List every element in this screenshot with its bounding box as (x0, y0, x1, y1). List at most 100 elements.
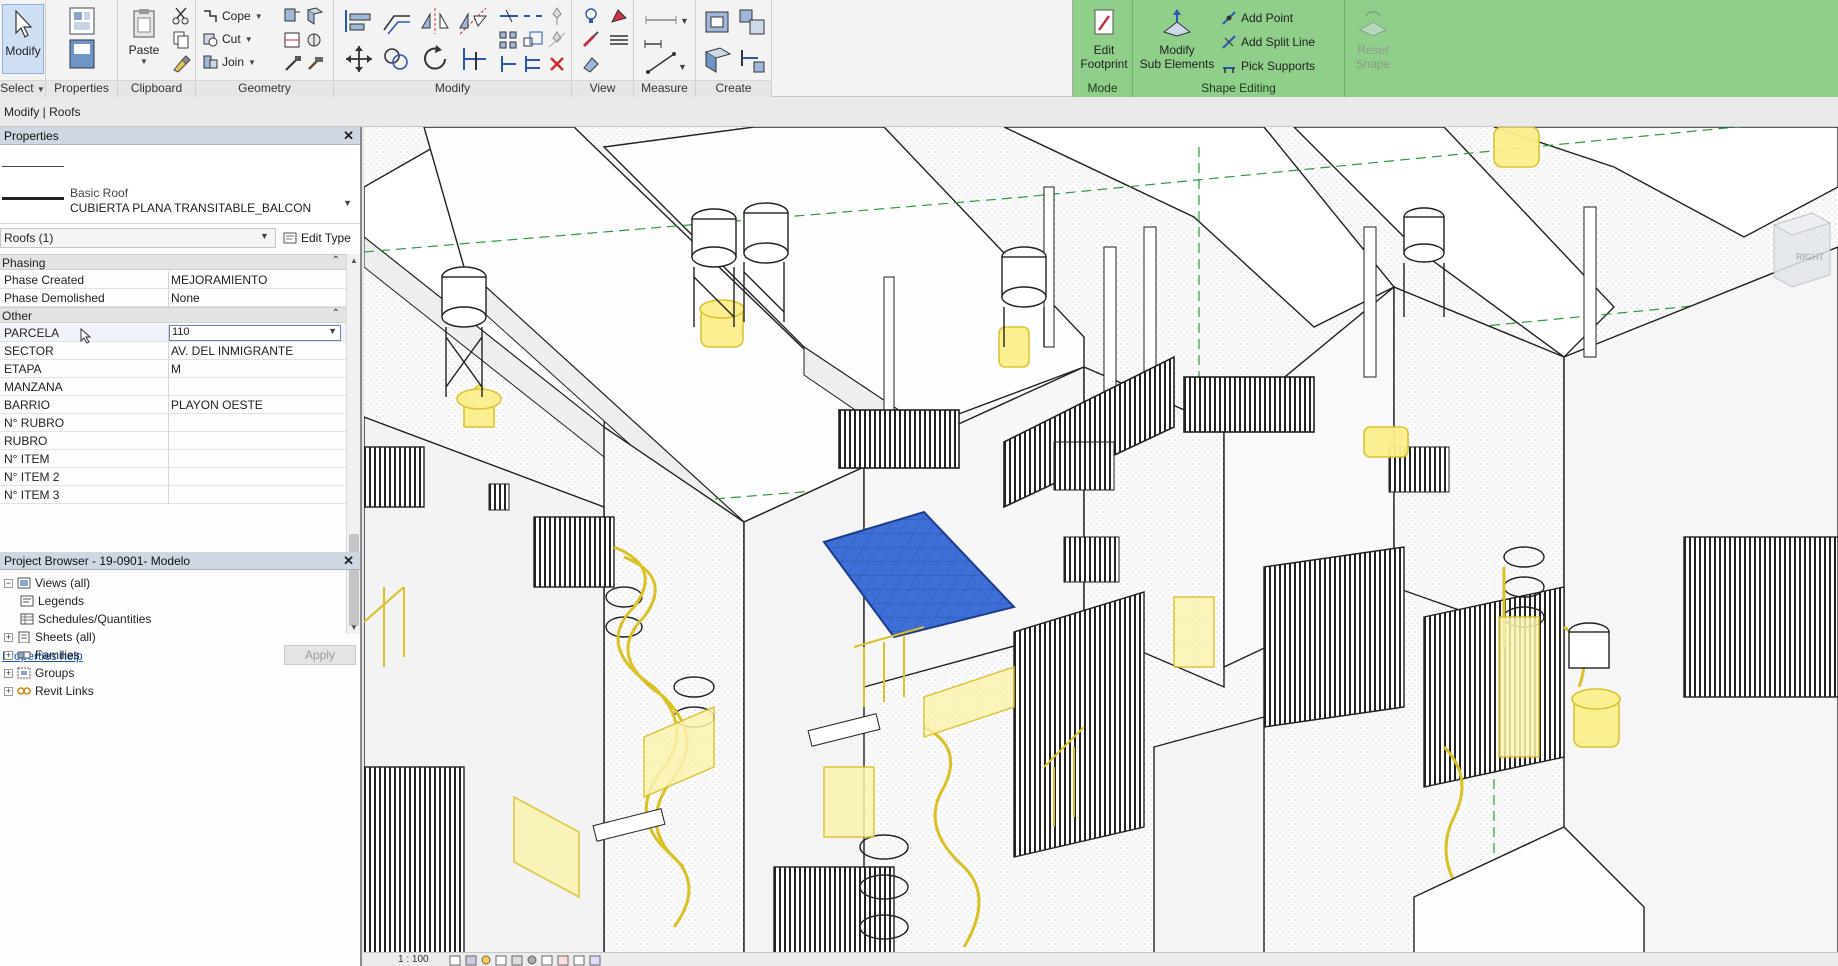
trim-extend-icon[interactable] (456, 44, 490, 74)
prop-row[interactable]: N° ITEM 3 (0, 486, 346, 504)
add-split-line-button[interactable]: Add Split Line (1221, 31, 1315, 53)
modify-sub-elements-button[interactable]: Modify Sub Elements (1137, 4, 1217, 74)
prop-row[interactable]: ETAPA M (0, 360, 346, 378)
prop-row[interactable]: RUBRO (0, 432, 346, 450)
tree-item-legends[interactable]: Legends (20, 592, 84, 610)
tree-item-sheets[interactable]: + Sheets (all) (4, 628, 96, 646)
expand-icon[interactable]: + (4, 668, 13, 678)
add-point-button[interactable]: Add Point (1221, 7, 1293, 29)
split-element-icon[interactable] (498, 6, 520, 26)
tree-item-schedules[interactable]: Schedules/Quantities (20, 610, 151, 628)
scale-icon[interactable] (522, 30, 544, 50)
dimension-icon[interactable]: ▼ (644, 50, 688, 76)
view-control-icons[interactable] (448, 955, 628, 966)
expand-icon[interactable]: − (4, 578, 13, 588)
chevron-down-icon[interactable]: ▼ (343, 198, 352, 208)
scroll-up-icon[interactable]: ▲ (350, 256, 358, 265)
trim-multiple-icon[interactable] (522, 54, 544, 74)
trim-single-icon[interactable] (498, 54, 520, 74)
cut-button[interactable]: Cut ▼ (202, 28, 253, 50)
section-other[interactable]: Other ⌃ (0, 307, 346, 323)
parcela-field[interactable]: 110 ▼ (169, 325, 341, 341)
delete-icon[interactable] (546, 54, 568, 74)
eraser-icon[interactable] (580, 54, 602, 74)
align-icon[interactable] (342, 6, 376, 36)
prop-row[interactable]: N° ITEM (0, 450, 346, 468)
scroll-down-icon[interactable]: ▼ (350, 623, 358, 632)
properties-palette-icon[interactable] (64, 6, 100, 72)
close-icon[interactable]: ✕ (343, 553, 354, 569)
close-icon[interactable]: ✕ (343, 128, 354, 144)
create-assembly-icon[interactable] (702, 6, 734, 38)
hammer-icon[interactable] (304, 54, 326, 74)
expand-icon[interactable]: + (4, 650, 13, 660)
prop-row[interactable]: Phase Demolished None (0, 289, 346, 307)
scale-label[interactable]: 1 : 100 (398, 954, 429, 965)
prop-row-parcela[interactable]: PARCELA 110 ▼ (0, 324, 346, 344)
prop-row[interactable]: N° ITEM 2 (0, 468, 346, 486)
create-similar-icon[interactable] (736, 44, 768, 76)
paste-button[interactable]: Paste ▼ (124, 4, 164, 74)
building-model[interactable] (364, 127, 1838, 966)
lightbulb-icon[interactable] (580, 6, 602, 26)
select-group-label[interactable]: Select ▼ (0, 81, 45, 95)
join-button[interactable]: Join ▼ (202, 51, 256, 73)
create-parts-icon[interactable] (736, 6, 768, 38)
tree-item-families[interactable]: + Families (4, 646, 80, 664)
tree-item-groups[interactable]: + Groups (4, 664, 74, 682)
rotate-icon[interactable] (418, 44, 452, 74)
reset-shape-button[interactable]: Reset Shape (1351, 4, 1395, 74)
linework-icon[interactable] (608, 30, 630, 50)
split-face-icon[interactable] (282, 30, 304, 50)
tree-item-views[interactable]: − Views (all) (4, 574, 90, 592)
edit-type-button[interactable]: Edit Type (282, 228, 358, 248)
scissors-icon[interactable] (170, 6, 192, 26)
collapse-icon[interactable]: ⌃ (332, 308, 340, 319)
match-properties-icon[interactable] (170, 54, 192, 74)
chevron-down-icon[interactable]: ▼ (260, 231, 269, 241)
chevron-down-icon[interactable]: ▼ (328, 326, 337, 336)
tree-item-revit-links[interactable]: + Revit Links (4, 682, 94, 700)
unpin-icon[interactable] (546, 30, 568, 50)
copy-icon[interactable] (170, 30, 192, 50)
properties-title-bar[interactable]: Properties ✕ (0, 127, 360, 145)
collapse-icon[interactable]: ⌃ (332, 255, 340, 266)
mirror-draw-icon[interactable] (456, 6, 490, 36)
array-icon[interactable] (498, 30, 520, 50)
pick-supports-button[interactable]: Pick Supports (1221, 55, 1315, 77)
prop-row[interactable]: MANZANA (0, 378, 346, 396)
3d-viewport[interactable] (364, 127, 1838, 966)
offset-icon[interactable] (380, 6, 414, 36)
create-group-icon[interactable] (702, 44, 734, 76)
pin-icon[interactable] (546, 6, 568, 26)
view-cube[interactable]: RIGHT (1752, 205, 1832, 325)
project-browser-title-bar[interactable]: Project Browser - 19-0901- Modelo ✕ (0, 552, 360, 570)
mirror-axis-icon[interactable] (418, 6, 452, 36)
properties-scrollbar[interactable]: ▲ ▼ (346, 254, 360, 634)
prop-row[interactable]: SECTOR AV. DEL INMIGRANTE (0, 342, 346, 360)
expand-icon[interactable]: + (4, 632, 13, 642)
cut-section-icon[interactable] (282, 6, 304, 26)
edit-footprint-button[interactable]: Edit Footprint (1077, 4, 1131, 74)
apply-button[interactable]: Apply (284, 645, 356, 665)
section-phasing[interactable]: Phasing ⌃ (0, 254, 346, 270)
prop-row[interactable]: BARRIO PLAYON OESTE (0, 396, 346, 414)
override-graphics-icon[interactable] (608, 6, 630, 26)
prop-row[interactable]: N° RUBRO (0, 414, 346, 432)
split-gap-icon[interactable] (522, 6, 544, 26)
scrollbar-thumb[interactable] (349, 534, 359, 626)
type-selector[interactable]: Basic Roof CUBIERTA PLANA TRANSITABLE_BA… (0, 146, 360, 224)
modify-button[interactable]: Modify (2, 4, 44, 74)
prop-row[interactable]: Phase Created MEJORAMIENTO (0, 271, 346, 289)
paint-icon[interactable] (304, 30, 326, 50)
measure-between-icon[interactable]: ▼ (642, 10, 688, 30)
wall-joins-icon[interactable] (304, 6, 326, 26)
demolish-icon[interactable] (282, 54, 304, 74)
expand-icon[interactable]: + (4, 686, 13, 696)
move-icon[interactable] (342, 44, 376, 74)
brush-icon[interactable] (580, 30, 602, 50)
instance-selector[interactable]: Roofs (1) (0, 228, 276, 248)
copy-element-icon[interactable] (380, 44, 414, 74)
cope-button[interactable]: Cope ▼ (202, 5, 263, 27)
add-split-line-icon (1222, 35, 1236, 49)
